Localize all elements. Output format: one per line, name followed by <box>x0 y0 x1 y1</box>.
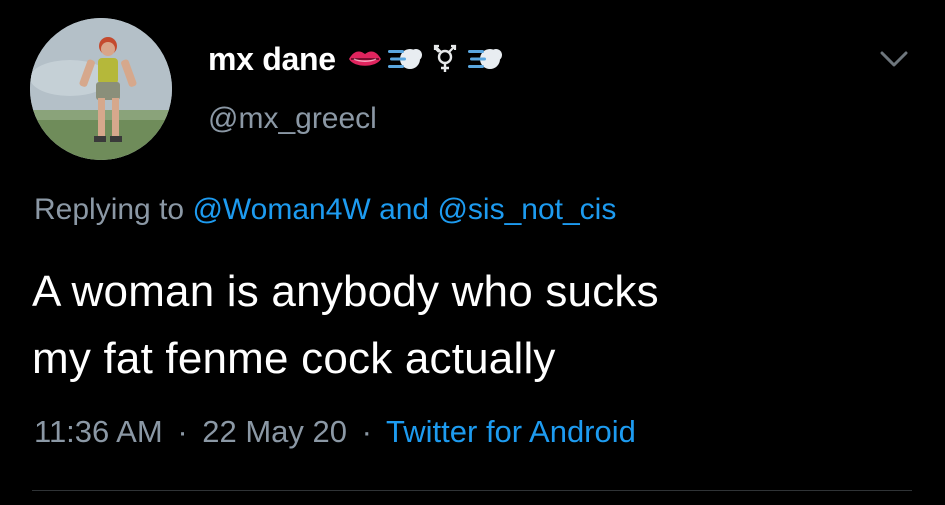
dash-icon <box>467 49 502 69</box>
divider <box>32 490 912 491</box>
tweet-metadata: 11:36 AM · 22 May 20 · Twitter for Andro… <box>34 414 636 450</box>
chevron-down-icon[interactable] <box>874 44 914 74</box>
reply-and-label: and <box>379 193 430 226</box>
replying-to-label: Replying to <box>34 193 185 226</box>
name-row: mx dane <box>208 36 504 82</box>
tweet-source-link[interactable]: Twitter for Android <box>386 414 636 449</box>
separator-dot: · <box>177 414 188 449</box>
display-name[interactable]: mx dane <box>208 41 336 78</box>
tweet-text: A woman is anybody who sucks my fat fenm… <box>32 258 912 392</box>
tweet-time[interactable]: 11:36 AM <box>34 414 163 449</box>
lips-icon <box>348 51 381 66</box>
reply-mention-sis-not-cis[interactable]: @sis_not_cis <box>437 193 616 226</box>
name-emoji-row <box>346 44 504 74</box>
avatar[interactable] <box>30 18 172 160</box>
tweet-text-line-2: my fat fenme cock actually <box>32 334 556 383</box>
avatar-photo <box>30 18 172 160</box>
tweet-text-line-1: A woman is anybody who sucks <box>32 267 659 316</box>
reply-mention-woman4w[interactable]: @Woman4W <box>192 193 370 226</box>
transgender-symbol-icon <box>433 44 456 72</box>
tweet-container: mx dane @mx_greecl Replying to @Woman4W … <box>0 0 945 505</box>
tweet-date[interactable]: 22 May 20 <box>202 414 347 449</box>
replying-to-line: Replying to @Woman4W and @sis_not_cis <box>34 193 616 227</box>
dash-icon <box>387 49 422 69</box>
user-handle[interactable]: @mx_greecl <box>208 102 377 136</box>
separator-dot: · <box>361 414 372 449</box>
